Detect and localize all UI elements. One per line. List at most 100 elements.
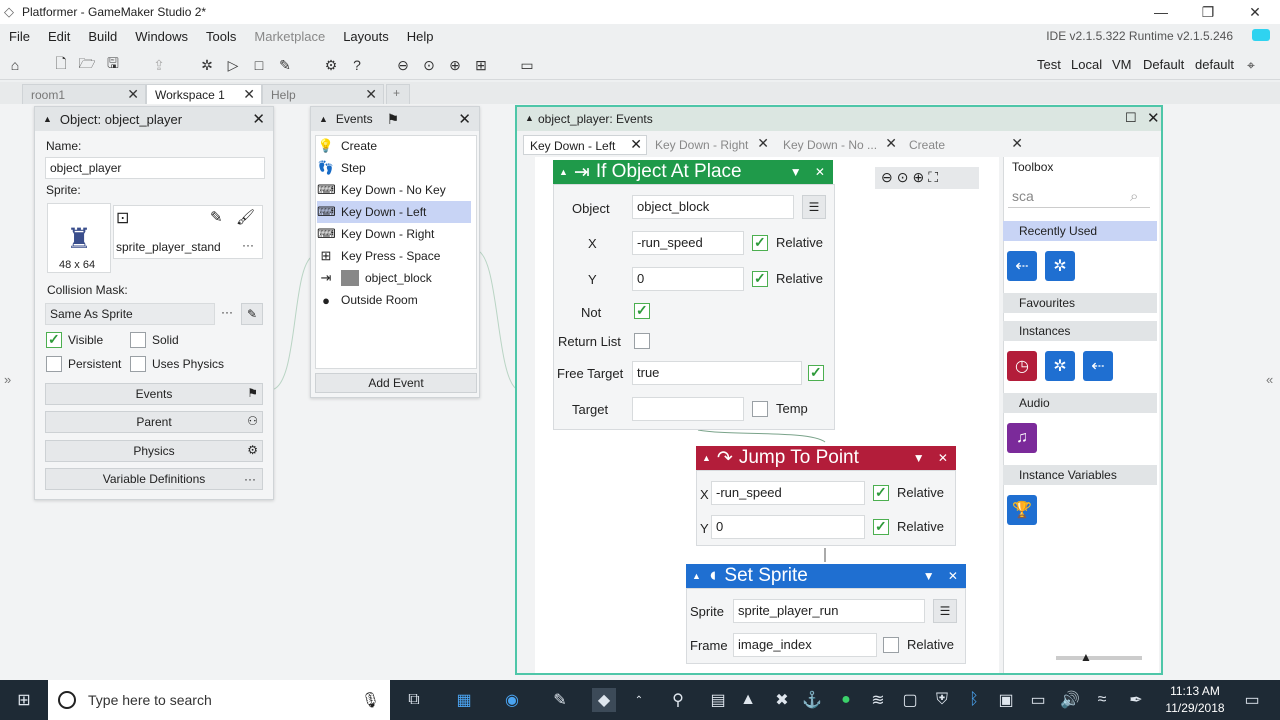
help-icon[interactable]: ? [346,54,368,76]
close-icon[interactable]: ✕ [1011,135,1023,152]
sprite-picker-icon[interactable]: ☰ [933,599,957,623]
home-icon[interactable]: ⌂ [4,54,26,76]
target-test[interactable]: Test [1037,57,1061,72]
menu-edit[interactable]: Edit [39,29,79,44]
tab-key-down-left[interactable]: Key Down - Left ✕ [523,135,647,155]
zoom-out-icon[interactable]: ⊖ [881,169,893,187]
gamemaker-app-icon[interactable]: ◆ [592,688,616,712]
menu-file[interactable]: File [0,29,39,44]
menu-help[interactable]: Help [398,29,443,44]
trophy-icon[interactable]: 🏆 [1007,495,1037,525]
tray-app-5-icon[interactable]: ≋ [866,688,890,712]
add-event-button[interactable]: Add Event [315,373,477,393]
menu-marketplace[interactable]: Marketplace [245,29,334,44]
block-controls-icon[interactable]: ▼ ✕ [790,165,825,179]
screen-icon[interactable]: ▭ [516,54,538,76]
tray-app-6-icon[interactable]: ▢ [898,688,922,712]
collision-mask-select[interactable]: Same As Sprite [45,303,215,325]
event-key-press-space[interactable]: ⊞ Key Press - Space [317,245,471,267]
minimize-button[interactable]: — [1138,0,1184,24]
block-controls-icon[interactable]: ▼ ✕ [913,451,948,465]
maps-app-icon[interactable]: ◉ [500,688,524,712]
target-local[interactable]: Local [1071,57,1102,72]
x-field[interactable]: -run_speed [632,231,744,255]
persistent-checkbox[interactable] [46,356,62,372]
parent-button[interactable]: Parent ⚇ [45,411,263,433]
menu-layouts[interactable]: Layouts [334,29,398,44]
set-sprite-header[interactable]: ▲ ◖ Set Sprite ▼ ✕ [686,564,966,588]
left-expand-icon[interactable]: » [4,372,11,387]
restore-button[interactable]: ❐ [1185,0,1231,24]
frame-field[interactable]: image_index [733,633,877,657]
taskbar-time[interactable]: 11:13 AM [1160,684,1230,698]
microphone-icon[interactable]: 🎙 [361,691,380,709]
close-icon[interactable]: ✕ [630,136,642,153]
set-speed-icon[interactable]: ✲ [1045,251,1075,281]
sprite-field[interactable]: sprite_player_run [733,599,925,623]
toolbox-search[interactable]: sca [1008,184,1150,208]
paint-app-icon[interactable]: ✎ [548,688,572,712]
free-target-checkbox[interactable] [808,364,824,381]
tab-create[interactable]: Create ✕ [903,135,1027,155]
toolbox-section-recently-used[interactable]: Recently Used [1003,221,1157,241]
fit-icon[interactable]: ⊞ [470,54,492,76]
tab-key-down-right[interactable]: Key Down - Right ✕ [649,135,773,155]
tray-app-8-icon[interactable]: ▣ [994,688,1018,712]
x-relative-checkbox[interactable] [752,234,768,251]
pen-icon[interactable]: ✒ [1124,688,1148,712]
close-icon[interactable]: ✕ [458,110,471,128]
close-icon[interactable]: ✕ [127,86,139,103]
zoom-in-icon[interactable]: ⊕ [444,54,466,76]
sprite-name[interactable]: sprite_player_stand [116,240,221,254]
fullscreen-icon[interactable]: ⛶ [928,169,938,187]
jump-to-point-icon[interactable]: ⇠ [1007,251,1037,281]
add-tab-button[interactable]: + [386,84,410,104]
collapse-icon[interactable]: ▲ [692,571,701,581]
run-icon[interactable]: ▷ [222,54,244,76]
collapse-icon[interactable]: ▲ [702,453,711,463]
y-field[interactable]: 0 [632,267,744,291]
scroll-tray-icon[interactable]: ⌃ [632,688,646,712]
event-key-down-no-key[interactable]: ⌨ Key Down - No Key [317,179,471,201]
event-step[interactable]: 👣 Step [317,157,471,179]
y-field[interactable]: 0 [711,515,865,539]
bluetooth-icon[interactable]: ᛒ [962,688,986,712]
object-picker-icon[interactable]: ☰ [802,195,826,219]
menu-windows[interactable]: Windows [126,29,197,44]
cloud-icon[interactable] [1252,29,1270,41]
return-list-checkbox[interactable] [634,333,650,349]
frame-relative-checkbox[interactable] [883,637,899,653]
collapse-icon[interactable]: ▲ [319,114,328,124]
clean-icon[interactable]: ✎ [274,54,296,76]
event-key-down-right[interactable]: ⌨ Key Down - Right [317,223,471,245]
sprite-menu-icon[interactable]: ··· [242,238,254,252]
x-field[interactable]: -run_speed [711,481,865,505]
close-icon[interactable]: ✕ [252,110,265,128]
close-icon[interactable]: ✕ [1147,109,1160,127]
event-key-down-left[interactable]: ⌨ Key Down - Left [317,201,471,223]
instance-jump-icon[interactable]: ⇠ [1083,351,1113,381]
maximize-icon[interactable]: ☐ [1125,110,1137,126]
toolbox-section-instances[interactable]: Instances [1003,321,1157,341]
wifi-icon[interactable]: ≈ [1090,688,1114,712]
not-checkbox[interactable] [634,302,650,319]
jump-to-point-header[interactable]: ▲ ↷ Jump To Point ▼ ✕ [696,446,956,470]
close-icon[interactable]: ✕ [757,135,769,152]
target-default-config[interactable]: Default [1143,57,1184,72]
notifications-icon[interactable]: ▭ [1240,688,1264,712]
x-relative-checkbox[interactable] [873,484,889,501]
battery-icon[interactable]: ▭ [1026,688,1050,712]
windows-start-icon[interactable]: ⊞ [12,688,36,712]
toolbox-zoom-slider[interactable] [1056,656,1142,660]
right-expand-icon[interactable]: « [1266,372,1273,387]
visible-checkbox[interactable] [46,331,62,348]
toolbox-section-audio[interactable]: Audio [1003,393,1157,413]
zoom-in-icon[interactable]: ⊕ [912,169,924,187]
photos-app-icon[interactable]: ▦ [452,688,476,712]
audio-icon[interactable]: ♫ [1007,423,1037,453]
target-default-device[interactable]: default [1195,57,1234,72]
upload-icon[interactable]: ⇪ [148,54,170,76]
slider-thumb-icon[interactable]: ▲ [1080,650,1092,664]
tray-app-1-icon[interactable]: ▤ [706,688,730,712]
close-icon[interactable]: ✕ [885,135,897,152]
